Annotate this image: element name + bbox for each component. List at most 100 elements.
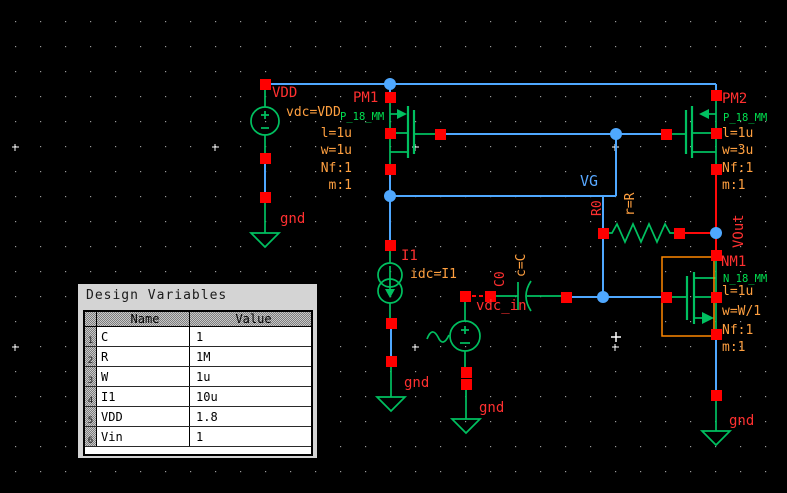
variable-value-cell[interactable]: 1M: [190, 347, 311, 366]
schematic-editor-canvas[interactable]: VDD PM1 PM2 NM1 I1 vdc_in gnd gnd gnd gn…: [0, 0, 787, 493]
pin[interactable]: [561, 292, 572, 303]
vdcin-label[interactable]: vdc_in: [476, 298, 527, 314]
pin[interactable]: [461, 367, 472, 378]
pin[interactable]: [385, 128, 396, 139]
pm1-param-l: l=1u: [321, 126, 352, 141]
pmos-pm2-symbol[interactable]: [666, 100, 716, 164]
design-variables-title: Design Variables: [78, 284, 317, 306]
pm1-param-w: w=1u: [321, 143, 352, 158]
gnd-symbol-nm1[interactable]: [702, 395, 730, 445]
pm1-label[interactable]: PM1: [353, 90, 378, 106]
row-number: 3: [85, 367, 97, 386]
pin[interactable]: [711, 90, 722, 101]
gnd-symbol-vdd[interactable]: [251, 197, 279, 247]
nm1-param-m: m:1: [722, 340, 745, 355]
gnd-label-i1: gnd: [404, 375, 429, 391]
pin[interactable]: [461, 379, 472, 390]
row-number: 1: [85, 327, 97, 346]
pm2-param-nf: Nf:1: [722, 161, 753, 176]
row-number: 5: [85, 407, 97, 426]
pin[interactable]: [674, 228, 685, 239]
cursor-crosshair: [611, 332, 621, 342]
vsource-vdcin-symbol[interactable]: [427, 301, 480, 367]
pm2-param-m: m:1: [722, 178, 745, 193]
variable-name-cell[interactable]: R: [97, 347, 190, 366]
gnd-label-vdd: gnd: [280, 211, 305, 227]
pm1-param-nf: Nf:1: [321, 161, 352, 176]
pin[interactable]: [260, 192, 271, 203]
variable-value-cell[interactable]: 1: [190, 327, 311, 346]
variable-name-cell[interactable]: C: [97, 327, 190, 346]
gnd-label-nm1: gnd: [729, 413, 754, 429]
r0-param: r=R: [623, 192, 638, 216]
pin[interactable]: [260, 153, 271, 164]
pin[interactable]: [711, 390, 722, 401]
resistor-r0-symbol[interactable]: [608, 224, 675, 242]
pin[interactable]: [385, 240, 396, 251]
pin[interactable]: [711, 329, 722, 340]
variable-value-cell[interactable]: 1.8: [190, 407, 311, 426]
nmos-nm1-symbol[interactable]: [666, 260, 716, 330]
pin[interactable]: [260, 79, 271, 90]
row-number-header: [85, 312, 97, 326]
nm1-label[interactable]: NM1: [721, 254, 746, 270]
vdd-rail-wire[interactable]: [265, 84, 716, 95]
column-header-name[interactable]: Name: [97, 312, 190, 326]
table-row[interactable]: 3 W 1u: [85, 367, 311, 387]
column-header-value[interactable]: Value: [190, 312, 311, 326]
pin[interactable]: [386, 356, 397, 367]
design-variables-table[interactable]: Name Value 1 C 1 2 R 1M 3 W 1u 4 I1 10u …: [83, 310, 313, 456]
pm1-param-m: m:1: [329, 178, 352, 193]
pm2-label[interactable]: PM2: [722, 91, 747, 107]
variable-name-cell[interactable]: VDD: [97, 407, 190, 426]
pin[interactable]: [661, 129, 672, 140]
row-number: 4: [85, 387, 97, 406]
pm1-cellname: P_18_MM: [340, 111, 384, 123]
table-row[interactable]: 2 R 1M: [85, 347, 311, 367]
pm2-param-l: l=1u: [722, 126, 753, 141]
table-row[interactable]: 6 Vin 1: [85, 427, 311, 447]
pmos-pm1-symbol[interactable]: [390, 102, 440, 164]
row-number: 6: [85, 427, 97, 446]
vout-net-label[interactable]: VOut: [731, 214, 747, 248]
i1-label[interactable]: I1: [401, 248, 418, 264]
pin[interactable]: [385, 92, 396, 103]
table-row[interactable]: 5 VDD 1.8: [85, 407, 311, 427]
nm1-param-nf: Nf:1: [722, 323, 753, 338]
pin[interactable]: [386, 318, 397, 329]
pin[interactable]: [385, 164, 396, 175]
nm1-param-w: w=W/1: [722, 304, 761, 319]
pin[interactable]: [711, 164, 722, 175]
table-row[interactable]: 1 C 1: [85, 327, 311, 347]
pm2-cellname: P_18_MM: [723, 112, 767, 124]
variable-value-cell[interactable]: 10u: [190, 387, 311, 406]
pin[interactable]: [598, 228, 609, 239]
design-variables-window[interactable]: Design Variables Name Value 1 C 1 2 R 1M…: [76, 282, 319, 460]
pin[interactable]: [661, 292, 672, 303]
r0-label[interactable]: R0: [590, 200, 605, 216]
gate-net-wire[interactable]: [440, 134, 666, 196]
gnd-symbol-i1[interactable]: [377, 361, 405, 411]
i1-param: idc=I1: [410, 267, 457, 282]
vdd-source-label[interactable]: VDD: [272, 85, 297, 101]
variable-name-cell[interactable]: Vin: [97, 427, 190, 446]
row-number: 2: [85, 347, 97, 366]
pm2-param-w: w=3u: [722, 143, 753, 158]
vg-net-label[interactable]: VG: [580, 172, 598, 190]
nm1-param-l: l=1u: [722, 284, 753, 299]
c0-param: c=C: [514, 254, 529, 277]
idc-i1-symbol[interactable]: [378, 250, 402, 318]
gnd-label-vdcin: gnd: [479, 400, 504, 416]
pin[interactable]: [460, 291, 471, 302]
variable-name-cell[interactable]: I1: [97, 387, 190, 406]
pin[interactable]: [435, 129, 446, 140]
gnd-symbol-vdcin[interactable]: [452, 389, 480, 433]
pin[interactable]: [711, 292, 722, 303]
c0-label[interactable]: C0: [493, 271, 508, 287]
variable-value-cell[interactable]: 1u: [190, 367, 311, 386]
variable-name-cell[interactable]: W: [97, 367, 190, 386]
vdd-source-param: vdc=VDD: [286, 105, 341, 120]
pin[interactable]: [711, 128, 722, 139]
table-row[interactable]: 4 I1 10u: [85, 387, 311, 407]
variable-value-cell[interactable]: 1: [190, 427, 311, 446]
